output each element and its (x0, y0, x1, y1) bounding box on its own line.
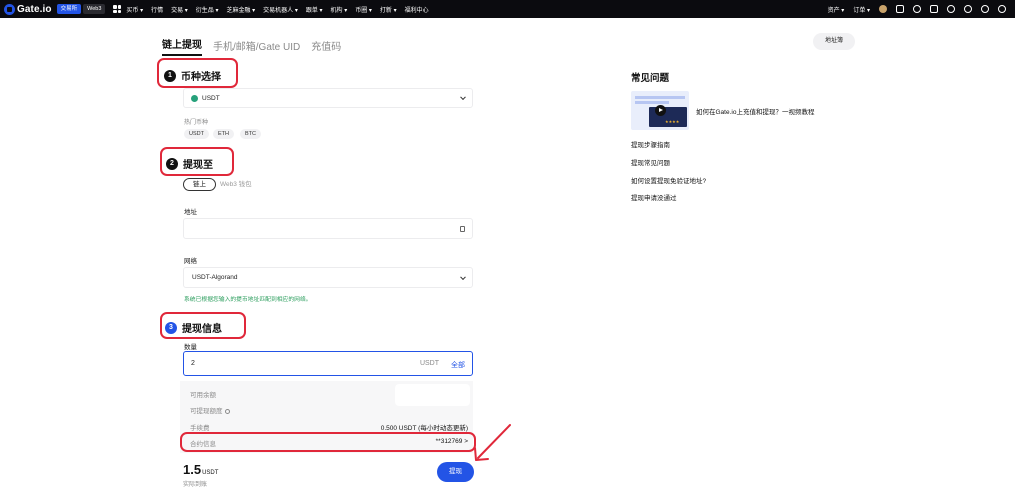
step2-heading: 2 提现至 (166, 156, 213, 171)
gate-logo[interactable]: Gate.io (4, 3, 52, 15)
faq-video-thumbnail[interactable]: ★★★★ (631, 91, 689, 130)
top-right-nav: 资产 ▾ 订单 ▾ (828, 0, 1015, 18)
apps-grid-icon[interactable] (113, 5, 122, 13)
step3-title: 提现信息 (182, 324, 222, 335)
faq-link-whitelist[interactable]: 如何设置提现免验证地址? (631, 175, 706, 185)
receive-amount: 1.5USDT (183, 462, 219, 477)
tab-onchain-withdraw[interactable]: 链上提现 (162, 36, 202, 56)
nav-trade[interactable]: 交易 ▾ (171, 5, 188, 14)
step2-title: 提现至 (183, 160, 213, 171)
globe-icon[interactable] (947, 5, 955, 13)
gate-logo-icon (4, 3, 15, 15)
address-label: 地址 (184, 209, 197, 216)
tab-internal-transfer[interactable]: 手机/邮箱/Gate UID (213, 38, 300, 56)
avatar[interactable] (879, 5, 887, 13)
faq-video-title[interactable]: 如何在Gate.io上充值和提现？一视频教程 (696, 106, 814, 116)
step2-number: 2 (166, 157, 178, 170)
network-select-value: USDT-Algorand (192, 274, 238, 281)
nav-community[interactable]: 币圈 ▾ (355, 5, 372, 14)
nav-copy-trading[interactable]: 跟单 ▾ (306, 5, 323, 14)
nav-institutional[interactable]: 机构 ▾ (331, 5, 348, 14)
exchange-pill[interactable]: 交易所 (56, 4, 82, 14)
hot-coin-btc[interactable]: BTC (240, 129, 261, 139)
hot-coin-eth[interactable]: ETH (213, 129, 234, 139)
nav-orders[interactable]: 订单 ▾ (853, 5, 870, 14)
hot-coins-label: 热门币种 (184, 120, 209, 126)
contract-info-highlight (180, 432, 476, 452)
chevron-down-icon (460, 273, 466, 280)
moon-icon[interactable] (896, 5, 904, 13)
quantity-input[interactable]: 2 USDT 全部 (183, 351, 473, 376)
withdrawable-limit-label: 可提现额度 (190, 405, 230, 415)
top-navigation-bar: Gate.io 交易所 Web3 买币 ▾ 行情 交易 ▾ 衍生品 ▾ 芝麻金融… (0, 0, 1015, 18)
step1-title: 币种选择 (181, 72, 221, 83)
withdraw-tabs: 链上提现 手机/邮箱/Gate UID 充值码 (162, 36, 352, 56)
address-book-button[interactable]: 地址簿 (813, 33, 855, 50)
paste-icon[interactable] (460, 225, 465, 232)
play-icon[interactable] (655, 105, 666, 116)
available-balance-label: 可用余额 (190, 392, 216, 399)
quantity-label: 数量 (184, 344, 197, 351)
quantity-value: 2 (191, 360, 195, 367)
stars-icon: ★★★★ (665, 119, 680, 124)
quantity-unit: USDT (419, 360, 439, 367)
network-hint: 系统已根据您输入的提币地址匹配到相应的网络。 (184, 297, 312, 303)
brand-name: Gate.io (17, 3, 52, 15)
faq-title: 常见问题 (631, 73, 670, 84)
step1-heading: 1 币种选择 (164, 68, 221, 83)
chevron-down-icon (460, 94, 466, 101)
nav-markets[interactable]: 行情 (151, 5, 163, 14)
nav-derivatives[interactable]: 衍生品 ▾ (196, 5, 219, 14)
dest-onchain-toggle[interactable]: 链上 (183, 178, 216, 191)
fee-label: 手续费 (190, 425, 210, 432)
coin-select-value: USDT (202, 94, 220, 102)
dest-web3-toggle[interactable]: Web3 钱包 (220, 179, 252, 192)
address-input[interactable] (183, 218, 473, 239)
usdt-coin-icon (191, 94, 198, 102)
settings-icon[interactable] (981, 5, 989, 13)
bell-icon[interactable] (913, 5, 921, 13)
withdraw-submit-button[interactable]: 提现 (437, 462, 474, 482)
network-select[interactable]: USDT-Algorand (183, 267, 473, 288)
network-label: 网络 (184, 258, 197, 265)
nav-bots[interactable]: 交易机器人 ▾ (263, 5, 298, 14)
theme-icon[interactable] (964, 5, 972, 13)
coin-select[interactable]: USDT (183, 88, 473, 108)
search-icon[interactable] (998, 5, 1006, 13)
tab-gift-code[interactable]: 充值码 (311, 38, 341, 56)
nav-assets[interactable]: 资产 ▾ (828, 5, 845, 14)
nav-launchpad[interactable]: 打新 ▾ (380, 5, 397, 14)
red-arrow-annotation-icon (474, 424, 511, 461)
download-icon[interactable] (930, 5, 938, 13)
nav-buy-crypto[interactable]: 买币 ▾ (126, 5, 143, 14)
step3-number: 3 (165, 321, 177, 334)
step1-number: 1 (164, 69, 176, 82)
hot-coin-usdt[interactable]: USDT (184, 129, 209, 139)
nav-rewards[interactable]: 福利中心 (405, 5, 429, 14)
max-all-button[interactable]: 全部 (451, 360, 465, 370)
redaction-blur (395, 384, 470, 406)
faq-link-steps[interactable]: 提现步骤指南 (631, 139, 670, 149)
faq-link-rejected[interactable]: 提现申请没通过 (631, 192, 677, 202)
faq-link-common[interactable]: 提现常见问题 (631, 157, 670, 167)
nav-finance[interactable]: 芝麻金融 ▾ (226, 5, 255, 14)
step3-heading: 3 提现信息 (165, 320, 222, 335)
fee-value: 0.500 USDT (每小时动态更新) (380, 425, 468, 432)
info-icon[interactable] (224, 408, 230, 414)
web3-pill[interactable]: Web3 (83, 4, 106, 14)
main-nav: 买币 ▾ 行情 交易 ▾ 衍生品 ▾ 芝麻金融 ▾ 交易机器人 ▾ 跟单 ▾ 机… (126, 5, 436, 14)
